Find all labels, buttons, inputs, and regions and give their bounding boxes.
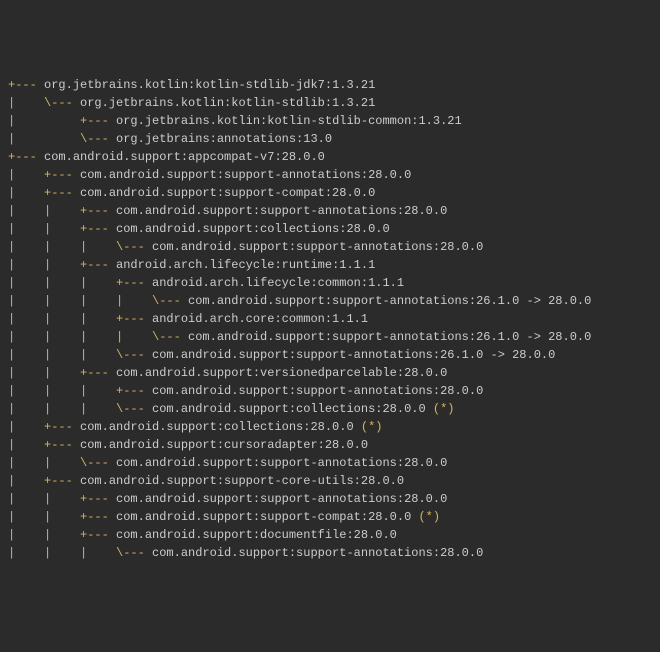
tree-prefix: | | | +--- xyxy=(8,276,152,290)
dependency-line: | | +--- android.arch.lifecycle:runtime:… xyxy=(8,256,652,274)
dedup-marker: (*) xyxy=(418,510,440,524)
tree-prefix: | | | | \--- xyxy=(8,330,188,344)
dependency-line: | +--- com.android.support:support-core-… xyxy=(8,472,652,490)
dependency-text: android.arch.lifecycle:runtime:1.1.1 xyxy=(116,258,375,272)
dependency-text: com.android.support:collections:28.0.0 xyxy=(116,222,390,236)
dependency-text: com.android.support:documentfile:28.0.0 xyxy=(116,528,397,542)
dependency-text: com.android.support:appcompat-v7:28.0.0 xyxy=(44,150,325,164)
dependency-text: android.arch.lifecycle:common:1.1.1 xyxy=(152,276,404,290)
dependency-text: com.android.support:support-compat:28.0.… xyxy=(116,510,418,524)
dependency-line: | | | | \--- com.android.support:support… xyxy=(8,328,652,346)
dependency-line: | | | +--- android.arch.core:common:1.1.… xyxy=(8,310,652,328)
tree-prefix: | | +--- xyxy=(8,528,116,542)
tree-prefix: | +--- xyxy=(8,420,80,434)
tree-prefix: | +--- xyxy=(8,474,80,488)
tree-prefix: | +--- xyxy=(8,186,80,200)
tree-prefix: | | +--- xyxy=(8,510,116,524)
dependency-text: org.jetbrains:annotations:13.0 xyxy=(116,132,332,146)
tree-prefix: | | | | \--- xyxy=(8,294,188,308)
dedup-marker: (*) xyxy=(433,402,455,416)
dependency-text: com.android.support:support-annotations:… xyxy=(152,546,483,560)
dependency-text: com.android.support:versionedparcelable:… xyxy=(116,366,447,380)
dependency-text: com.android.support:support-annotations:… xyxy=(152,240,483,254)
tree-prefix: | | | \--- xyxy=(8,402,152,416)
dependency-text: com.android.support:support-core-utils:2… xyxy=(80,474,404,488)
tree-prefix: | \--- xyxy=(8,132,116,146)
tree-prefix: | | \--- xyxy=(8,456,116,470)
dependency-line: | +--- com.android.support:support-compa… xyxy=(8,184,652,202)
tree-prefix: | | +--- xyxy=(8,366,116,380)
dependency-line: | | | \--- com.android.support:support-a… xyxy=(8,238,652,256)
dependency-text: android.arch.core:common:1.1.1 xyxy=(152,312,368,326)
dependency-line: | | | \--- com.android.support:collectio… xyxy=(8,400,652,418)
dependency-text: com.android.support:cursoradapter:28.0.0 xyxy=(80,438,368,452)
dedup-marker: (*) xyxy=(361,420,383,434)
dependency-text: com.android.support:support-annotations:… xyxy=(116,456,447,470)
tree-prefix: | | +--- xyxy=(8,204,116,218)
dependency-line: | +--- org.jetbrains.kotlin:kotlin-stdli… xyxy=(8,112,652,130)
dependency-text: com.android.support:collections:28.0.0 xyxy=(80,420,361,434)
dependency-line: | +--- com.android.support:cursoradapter… xyxy=(8,436,652,454)
tree-prefix: | | | +--- xyxy=(8,384,152,398)
dependency-line: | | +--- com.android.support:documentfil… xyxy=(8,526,652,544)
tree-prefix: | | | +--- xyxy=(8,312,152,326)
dependency-text: org.jetbrains.kotlin:kotlin-stdlib:1.3.2… xyxy=(80,96,375,110)
dependency-text: com.android.support:support-annotations:… xyxy=(188,294,591,308)
dependency-text: org.jetbrains.kotlin:kotlin-stdlib-jdk7:… xyxy=(44,78,375,92)
dependency-text: com.android.support:support-annotations:… xyxy=(188,330,591,344)
tree-prefix: | +--- xyxy=(8,168,80,182)
dependency-text: com.android.support:collections:28.0.0 xyxy=(152,402,433,416)
dependency-line: | | +--- com.android.support:support-ann… xyxy=(8,202,652,220)
dependency-line: | \--- org.jetbrains.kotlin:kotlin-stdli… xyxy=(8,94,652,112)
tree-prefix: | | | \--- xyxy=(8,240,152,254)
dependency-line: | +--- com.android.support:collections:2… xyxy=(8,418,652,436)
tree-prefix: | +--- xyxy=(8,114,116,128)
dependency-line: | | +--- com.android.support:support-com… xyxy=(8,508,652,526)
dependency-line: | | \--- com.android.support:support-ann… xyxy=(8,454,652,472)
dependency-line: | | +--- com.android.support:collections… xyxy=(8,220,652,238)
dependency-text: com.android.support:support-annotations:… xyxy=(116,492,447,506)
tree-prefix: | | | \--- xyxy=(8,546,152,560)
tree-prefix: | +--- xyxy=(8,438,80,452)
dependency-line: +--- org.jetbrains.kotlin:kotlin-stdlib-… xyxy=(8,76,652,94)
tree-prefix: | | | \--- xyxy=(8,348,152,362)
dependency-tree-output: +--- org.jetbrains.kotlin:kotlin-stdlib-… xyxy=(8,76,652,562)
dependency-text: com.android.support:support-annotations:… xyxy=(116,204,447,218)
dependency-line: | | | | \--- com.android.support:support… xyxy=(8,292,652,310)
tree-prefix: | \--- xyxy=(8,96,80,110)
tree-prefix: +--- xyxy=(8,78,44,92)
dependency-line: | | | \--- com.android.support:support-a… xyxy=(8,346,652,364)
dependency-text: com.android.support:support-annotations:… xyxy=(152,348,555,362)
dependency-line: | | +--- com.android.support:versionedpa… xyxy=(8,364,652,382)
dependency-line: | | | +--- com.android.support:support-a… xyxy=(8,382,652,400)
dependency-text: org.jetbrains.kotlin:kotlin-stdlib-commo… xyxy=(116,114,462,128)
tree-prefix: | | +--- xyxy=(8,258,116,272)
dependency-text: com.android.support:support-annotations:… xyxy=(152,384,483,398)
dependency-text: com.android.support:support-annotations:… xyxy=(80,168,411,182)
dependency-line: | +--- com.android.support:support-annot… xyxy=(8,166,652,184)
dependency-line: | | +--- com.android.support:support-ann… xyxy=(8,490,652,508)
dependency-text: com.android.support:support-compat:28.0.… xyxy=(80,186,375,200)
dependency-line: | | | +--- android.arch.lifecycle:common… xyxy=(8,274,652,292)
dependency-line: | | | \--- com.android.support:support-a… xyxy=(8,544,652,562)
dependency-line: | \--- org.jetbrains:annotations:13.0 xyxy=(8,130,652,148)
tree-prefix: | | +--- xyxy=(8,492,116,506)
dependency-line: +--- com.android.support:appcompat-v7:28… xyxy=(8,148,652,166)
tree-prefix: +--- xyxy=(8,150,44,164)
tree-prefix: | | +--- xyxy=(8,222,116,236)
